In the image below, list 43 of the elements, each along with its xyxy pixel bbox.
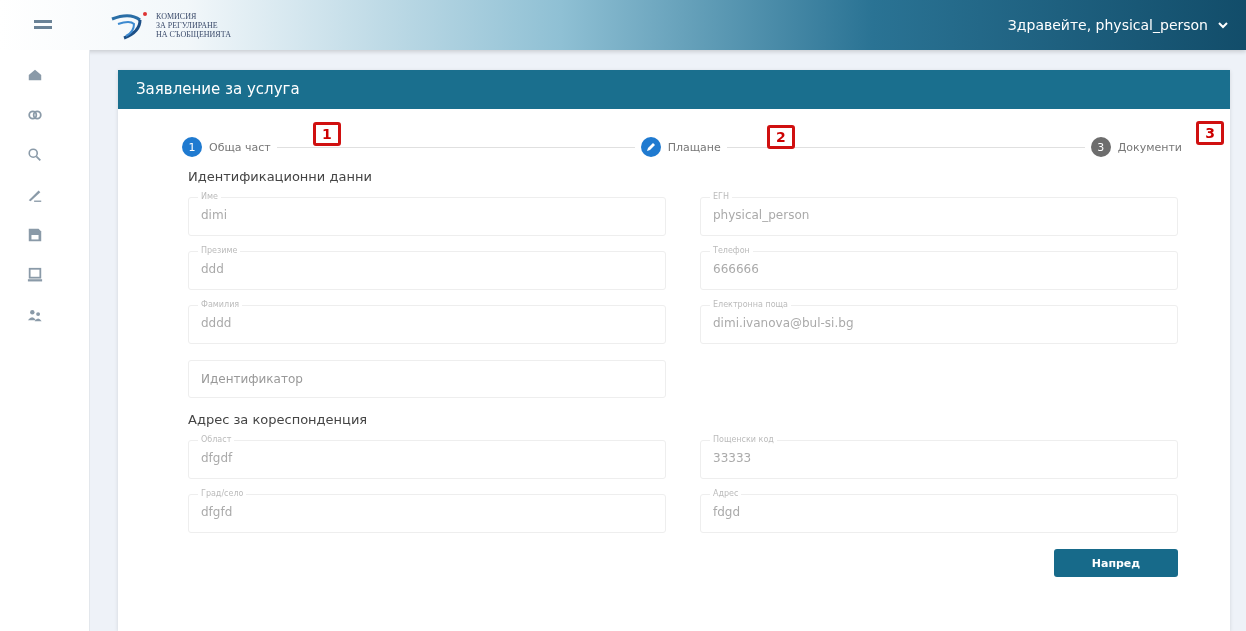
field-label: Пощенски код [712, 435, 775, 445]
menu-icon[interactable] [34, 20, 52, 30]
field-value: dfgfd [201, 505, 233, 519]
field-label: Фамилия [200, 300, 241, 310]
field-label: Презиме [200, 246, 239, 256]
logo-text: КОМИСИЯ ЗА РЕГУЛИРАНЕ НА СЪОБЩЕНИЯТА [156, 11, 231, 39]
step-number: 1 [182, 137, 202, 157]
step-number: 3 [1090, 137, 1111, 157]
search-icon[interactable] [26, 147, 43, 163]
section-heading: Идентификационни данни [188, 169, 373, 184]
field-label: Град/село [200, 489, 245, 499]
field-value: 33333 [713, 451, 752, 465]
field-value: dfgdf [201, 451, 233, 465]
field-label: Телефон [712, 246, 751, 256]
field-value: dimi.ivanova@bul-si.bg [713, 316, 854, 330]
field-label: Име [200, 192, 219, 202]
section-heading: Адрес за кореспонденция [188, 412, 369, 427]
field-value: ddd [201, 262, 224, 276]
logo-icon [110, 10, 150, 40]
home-icon[interactable] [26, 67, 43, 83]
callout-badge: 2 [767, 125, 795, 149]
laptop-icon[interactable] [26, 267, 43, 283]
step-label[interactable]: Документи [1117, 140, 1182, 154]
field-value: fdgd [713, 505, 741, 519]
input-field[interactable]: Идентификатор [188, 360, 666, 398]
field-value: physical_person [713, 208, 810, 222]
field-label: Област [200, 435, 233, 445]
field-value: dddd [201, 316, 232, 330]
callout-badge: 3 [1196, 121, 1224, 145]
field-value: 666666 [713, 262, 759, 276]
field-label: Адрес [712, 489, 740, 499]
next-button[interactable]: Напред [1054, 549, 1178, 577]
callout-badge: 1 [313, 122, 341, 146]
step-label[interactable]: Плащане [667, 140, 721, 154]
step-label[interactable]: Обща част [209, 140, 271, 154]
users-icon[interactable] [26, 307, 43, 323]
card-title: Заявление за услуга [118, 70, 1230, 109]
chevron-down-icon [1218, 21, 1228, 29]
floppy-icon[interactable] [26, 227, 43, 243]
field-label: Електронна поща [712, 300, 790, 310]
field-label: ЕГН [712, 192, 730, 202]
field-value: dimi [201, 208, 227, 222]
user-menu[interactable]: Здравейте, physical_person [1001, 16, 1234, 34]
